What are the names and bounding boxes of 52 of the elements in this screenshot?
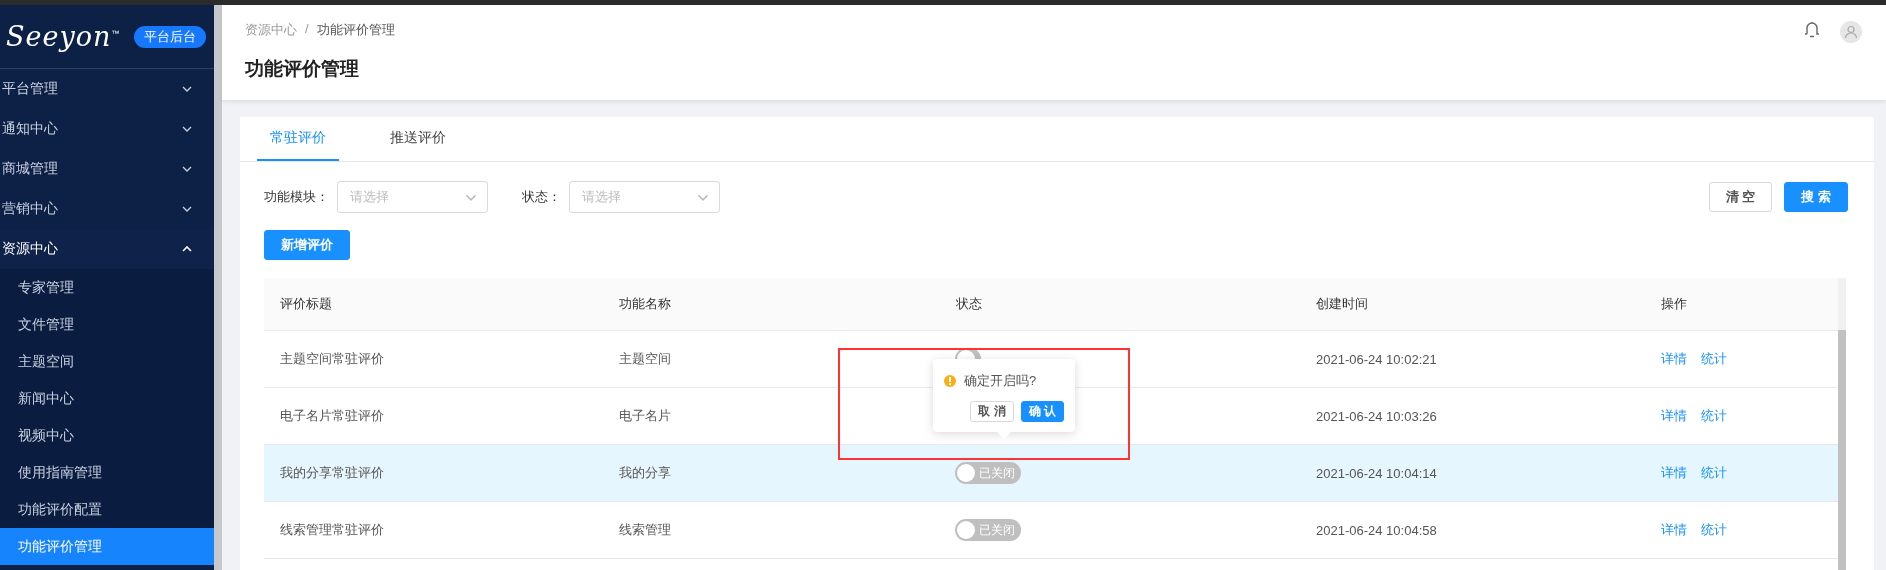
column-header: 评价标题 (279, 295, 333, 313)
chevron-down-icon (182, 86, 192, 92)
table-cell-text: 我的分享常驻评价 (279, 464, 385, 482)
table-cell-text: 电子名片 (618, 407, 672, 425)
menu-group[interactable]: 通知中心 (0, 109, 214, 149)
table-cell-text: 线索管理常驻评价 (279, 521, 385, 539)
table-cell-text: 2021-06-24 10:02:21 (1315, 351, 1438, 367)
menu-item[interactable]: 功能评价配置 (0, 491, 214, 528)
tab[interactable]: 推送评价 (377, 117, 459, 161)
menu-item[interactable]: 主题空间 (0, 343, 214, 380)
cancel-button[interactable]: 取 消 (970, 401, 1014, 422)
clear-button[interactable]: 清 空 (1708, 182, 1773, 212)
column-header: 状态 (955, 295, 983, 313)
table-cell-text: 2021-06-24 10:04:14 (1315, 465, 1438, 481)
table-cell-text: 电子名片常驻评价 (279, 407, 385, 425)
menu-item[interactable]: 新闻中心 (0, 380, 214, 417)
chevron-down-icon (182, 166, 192, 172)
column-header: 功能名称 (618, 295, 672, 313)
chevron-down-icon (697, 193, 709, 201)
scrollbar[interactable] (1838, 278, 1846, 570)
table-cell-text: 主题空间常驻评价 (279, 350, 385, 368)
menu-item[interactable]: 文件管理 (0, 306, 214, 343)
menu-item[interactable]: 专家管理 (0, 269, 214, 306)
filter-label: 功能模块： (264, 188, 329, 206)
table-cell-text: 主题空间 (618, 350, 672, 368)
breadcrumb-item: 功能评价管理 (316, 21, 395, 39)
menu-item[interactable]: 功能评价管理 (0, 528, 214, 565)
menu-item[interactable]: 视频中心 (0, 417, 214, 454)
chevron-up-icon (182, 246, 192, 252)
filter-label: 状态： (522, 188, 561, 206)
bell-icon[interactable] (1804, 21, 1820, 39)
table-cell-text: 线索管理 (618, 521, 672, 539)
menu-group[interactable]: 平台管理 (0, 69, 214, 109)
breadcrumb-separator: / (305, 21, 309, 38)
table-cell-text: 2021-06-24 10:04:58 (1315, 522, 1438, 538)
warning-icon (944, 375, 956, 387)
chevron-down-icon (465, 193, 477, 201)
confirm-message: 确定开启吗? (964, 372, 1037, 390)
chevron-down-icon (182, 206, 192, 212)
table-cell-text: 2021-06-24 10:03:26 (1315, 408, 1438, 424)
column-header: 创建时间 (1315, 295, 1369, 313)
menu-item[interactable]: 使用指南管理 (0, 454, 214, 491)
platform-badge: 平台后台 (134, 25, 207, 48)
scrollbar[interactable] (214, 5, 222, 570)
column-header: 操作 (1660, 295, 1688, 313)
menu-group[interactable]: 营销中心 (0, 189, 214, 229)
table-cell-text: 我的分享 (618, 464, 672, 482)
menu-group[interactable]: 商城管理 (0, 149, 214, 189)
logo: Seeyon$^{™}$ (6, 21, 121, 52)
chevron-down-icon (182, 126, 192, 132)
user-avatar-icon[interactable] (1840, 21, 1862, 43)
page-title: 功能评价管理 (245, 57, 360, 81)
